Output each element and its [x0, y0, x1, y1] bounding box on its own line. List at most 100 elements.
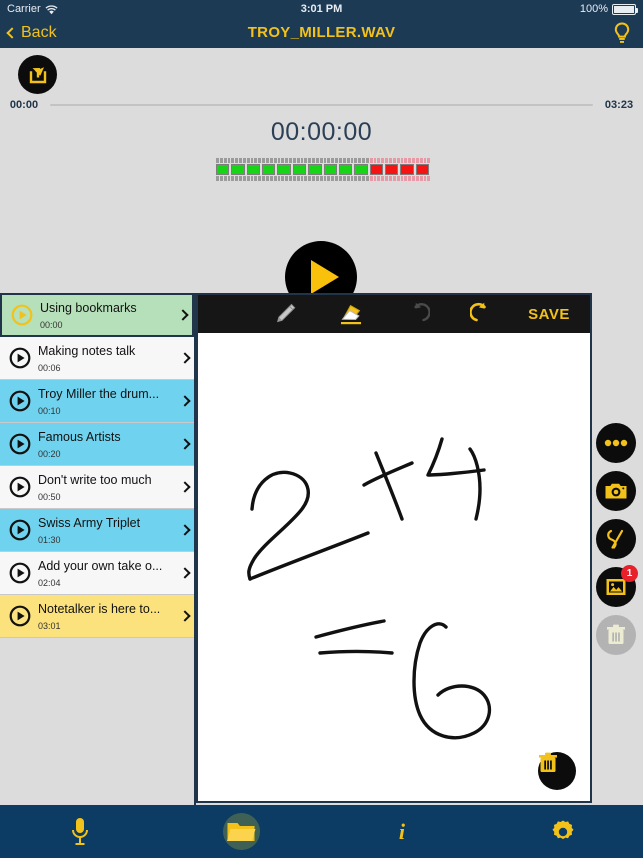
list-item[interactable]: Notetalker is here to... 03:01: [0, 595, 194, 638]
save-button[interactable]: SAVE: [516, 295, 582, 333]
chevron-right-icon[interactable]: [176, 438, 194, 450]
list-item-text: Don't write too much 00:50: [33, 473, 176, 502]
clear-canvas-button[interactable]: [538, 752, 576, 790]
list-item[interactable]: Swiss Army Triplet 01:30: [0, 509, 194, 552]
bookmark-list[interactable]: Using bookmarks 00:00 Making notes talk 00:…: [0, 293, 196, 805]
chevron-right-icon[interactable]: [176, 395, 194, 407]
vu-meter-segment: [289, 176, 292, 181]
vu-meter-segment: [331, 176, 335, 181]
chevron-right-icon[interactable]: [176, 481, 194, 493]
undo-button[interactable]: [384, 295, 450, 333]
drawing-canvas[interactable]: [196, 333, 592, 803]
vu-meter-segment: [358, 158, 362, 163]
vu-meter-segment: [296, 176, 300, 181]
vu-meter-bar: [354, 164, 368, 175]
vu-meter-segment: [400, 176, 404, 181]
list-item[interactable]: Add your own take o... 02:04: [0, 552, 194, 595]
list-item[interactable]: Famous Artists 00:20: [0, 423, 194, 466]
list-item[interactable]: Troy Miller the drum... 00:10: [0, 380, 194, 423]
battery-percent-label: 100%: [579, 3, 608, 15]
vu-meter-segment: [277, 176, 281, 181]
play-circle-icon[interactable]: [7, 562, 33, 584]
vu-meter-segment: [412, 176, 415, 181]
list-item-timestamp: 00:10: [38, 405, 61, 416]
vu-meter-segment: [323, 158, 327, 163]
vu-meter-segment: [235, 158, 239, 163]
scribble-button[interactable]: [596, 519, 636, 559]
tab-info[interactable]: i: [322, 805, 483, 858]
vu-meter-segment: [423, 176, 427, 181]
list-item-text: Making notes talk 00:06: [33, 344, 176, 373]
share-export-icon: [29, 66, 46, 83]
player-panel: 00:00 03:23 00:00:00: [0, 48, 643, 341]
vu-meter-segment: [388, 176, 392, 181]
play-circle-icon[interactable]: [9, 304, 35, 326]
vu-meter-bar: [231, 164, 245, 175]
side-toolbar: 1: [596, 423, 638, 655]
list-item-timestamp: 02:04: [38, 577, 61, 588]
list-item[interactable]: Don't write too much 00:50: [0, 466, 194, 509]
play-circle-icon[interactable]: [7, 519, 33, 541]
vu-meter-segment: [258, 158, 262, 163]
vu-meter-segment: [415, 158, 419, 163]
vu-meter-segment: [377, 158, 381, 163]
play-circle-icon[interactable]: [7, 433, 33, 455]
play-circle-icon[interactable]: [7, 605, 33, 627]
vu-meter-segment: [339, 158, 342, 163]
lightbulb-button[interactable]: [611, 21, 633, 50]
vu-meter-segment: [246, 158, 250, 163]
list-item[interactable]: Using bookmarks 00:00: [0, 293, 194, 337]
vu-meter-segment: [250, 158, 254, 163]
vu-meter-bar: [308, 164, 322, 175]
list-item-text: Using bookmarks 00:00: [35, 301, 174, 330]
chevron-right-icon[interactable]: [176, 524, 194, 536]
tab-bar: i: [0, 805, 643, 858]
play-circle-icon[interactable]: [7, 390, 33, 412]
list-item-text: Add your own take o... 02:04: [33, 559, 176, 588]
list-item-text: Swiss Army Triplet 01:30: [33, 516, 176, 545]
battery-icon: [612, 3, 638, 15]
vu-meter-segment: [427, 158, 431, 163]
list-item-title: Don't write too much: [38, 472, 152, 487]
chevron-right-icon[interactable]: [176, 567, 194, 579]
vu-meter-segment: [265, 158, 269, 163]
pencil-tool-button[interactable]: [252, 295, 318, 333]
more-options-button[interactable]: [596, 423, 636, 463]
scrubber-track[interactable]: [50, 104, 593, 106]
photo-button[interactable]: 1: [596, 565, 638, 607]
eraser-tool-button[interactable]: [318, 295, 384, 333]
scrubber[interactable]: 00:00 03:23: [0, 97, 643, 113]
vu-meter-segment: [312, 176, 315, 181]
tab-record[interactable]: [0, 805, 161, 858]
tab-settings[interactable]: [482, 805, 643, 858]
play-circle-icon[interactable]: [7, 476, 33, 498]
list-item[interactable]: Making notes talk 00:06: [0, 337, 194, 380]
vu-meter-segment: [219, 158, 223, 163]
vu-meter-segment: [216, 176, 219, 181]
tab-files[interactable]: [161, 805, 322, 858]
vu-meter-segment: [235, 176, 239, 181]
vu-meter-segment: [408, 158, 412, 163]
vu-meter-segment: [319, 158, 323, 163]
chevron-right-icon[interactable]: [174, 309, 192, 321]
vu-meter-segment: [400, 158, 404, 163]
share-button[interactable]: [18, 55, 57, 94]
list-item-timestamp: 00:00: [40, 319, 63, 330]
redo-button[interactable]: [450, 295, 516, 333]
vu-meter-segment: [404, 158, 408, 163]
vu-meter-segment: [419, 158, 423, 163]
delete-button[interactable]: [596, 615, 636, 655]
vu-meter-segment: [281, 176, 285, 181]
vu-meter-segment: [369, 158, 373, 163]
list-item-title: Famous Artists: [38, 429, 121, 444]
back-button[interactable]: Back: [6, 18, 57, 48]
camera-button[interactable]: [596, 471, 636, 511]
vu-meter-segment: [265, 176, 269, 181]
page-title: TROY_MILLER.WAV: [247, 24, 396, 41]
chevron-left-icon: [6, 27, 18, 39]
vu-meter-segment: [377, 176, 381, 181]
vu-meter-bar: [216, 164, 230, 175]
play-circle-icon[interactable]: [7, 347, 33, 369]
chevron-right-icon[interactable]: [176, 610, 194, 622]
chevron-right-icon[interactable]: [176, 352, 194, 364]
